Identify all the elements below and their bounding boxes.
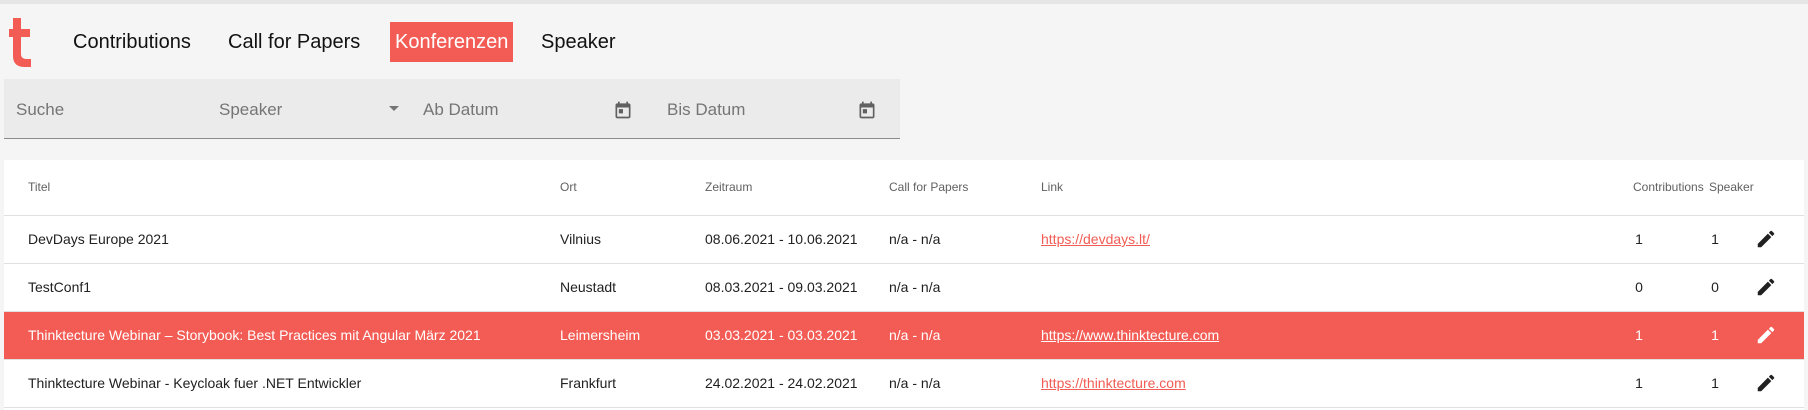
cell-contributions: 1 [1635,327,1643,343]
edit-pencil-icon[interactable] [1755,228,1777,250]
table-row[interactable]: DevDays Europe 2021 Vilnius 08.06.2021 -… [4,216,1804,264]
cell-period: 24.02.2021 - 24.02.2021 [705,375,858,391]
calendar-icon[interactable] [613,100,633,120]
cell-contributions: 1 [1635,375,1643,391]
cell-title: TestConf1 [28,279,92,295]
header-period[interactable]: Zeitraum [705,180,752,194]
speaker-select-label: Speaker [219,100,283,119]
cell-location: Frankfurt [560,375,617,391]
cell-contributions: 0 [1635,279,1643,295]
cell-title: Thinktecture Webinar – Storybook: Best P… [28,327,481,343]
cell-period: 08.03.2021 - 09.03.2021 [705,279,858,295]
cell-cfp: n/a - n/a [889,231,941,247]
header-cfp[interactable]: Call for Papers [889,180,968,194]
from-date-input[interactable]: Ab Datum [423,79,633,138]
cell-speaker: 1 [1711,231,1719,247]
cell-period: 03.03.2021 - 03.03.2021 [705,327,858,343]
filter-bar: Suche Speaker Ab Datum Bis Datum [4,79,900,139]
nav-speaker[interactable]: Speaker [536,22,621,62]
cell-cfp: n/a - n/a [889,375,941,391]
cell-location: Vilnius [560,231,601,247]
header-link[interactable]: Link [1041,180,1063,194]
cell-title: Thinktecture Webinar - Keycloak fuer .NE… [28,375,362,391]
search-input[interactable]: Suche [16,79,206,138]
cell-location: Neustadt [560,279,617,295]
cell-contributions: 1 [1635,231,1643,247]
cell-speaker: 1 [1711,327,1719,343]
header-title[interactable]: Titel [28,180,50,194]
nav-contributions[interactable]: Contributions [68,22,196,62]
table-row[interactable]: Thinktecture Webinar - Keycloak fuer .NE… [4,360,1804,408]
calendar-icon[interactable] [857,100,877,120]
from-date-label: Ab Datum [423,100,499,119]
to-date-label: Bis Datum [667,100,746,119]
to-date-input[interactable]: Bis Datum [667,79,877,138]
cell-period: 08.06.2021 - 10.06.2021 [705,231,858,247]
header-speaker[interactable]: Speaker [1709,180,1754,194]
edit-pencil-icon[interactable] [1755,324,1777,346]
edit-pencil-icon[interactable] [1755,372,1777,394]
cell-cfp: n/a - n/a [889,279,941,295]
cell-speaker: 1 [1711,375,1719,391]
cell-link[interactable]: https://www.thinktecture.com [1041,327,1219,343]
conferences-table: Titel Ort Zeitraum Call for Papers Link … [4,160,1804,410]
navbar: Contributions Call for Papers Konferenze… [0,4,1808,72]
cell-link[interactable]: https://devdays.lt/ [1041,231,1150,247]
edit-pencil-icon[interactable] [1755,276,1777,298]
cell-cfp: n/a - n/a [889,327,941,343]
speaker-select[interactable]: Speaker [219,79,409,138]
nav-konferenzen[interactable]: Konferenzen [390,22,514,62]
cell-title: DevDays Europe 2021 [28,231,169,247]
table-row[interactable]: TestConf1 Neustadt 08.03.2021 - 09.03.20… [4,264,1804,312]
header-contributions[interactable]: Contributions [1633,180,1704,194]
table-header: Titel Ort Zeitraum Call for Papers Link … [4,160,1804,216]
nav-call-for-papers[interactable]: Call for Papers [223,22,365,62]
cell-location: Leimersheim [560,327,641,343]
cell-link[interactable]: https://thinktecture.com [1041,375,1186,391]
table-row-selected[interactable]: Thinktecture Webinar – Storybook: Best P… [4,312,1804,360]
chevron-down-icon [389,106,399,111]
cell-speaker: 0 [1711,279,1719,295]
header-location[interactable]: Ort [560,180,577,194]
thinktecture-logo-icon[interactable] [6,16,36,68]
